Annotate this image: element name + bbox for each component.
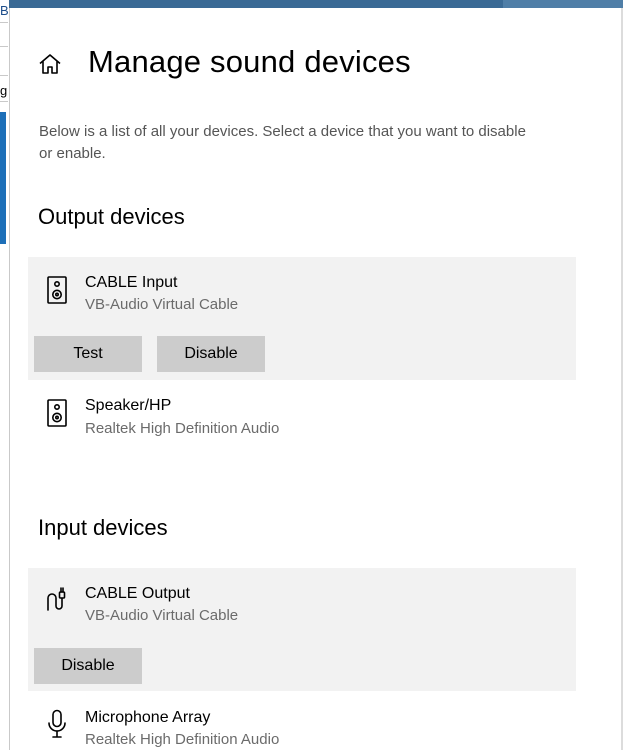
device-name: Speaker/HP: [85, 397, 172, 414]
microphone-icon: [45, 709, 69, 739]
background-window-divider: [0, 22, 8, 23]
device-driver: VB-Audio Virtual Cable: [85, 296, 239, 313]
device-driver: Realtek High Definition Audio: [85, 731, 280, 748]
background-window[interactable]: B g: [0, 0, 10, 750]
page-description: Below is a list of all your devices. Sel…: [39, 123, 526, 162]
input-device-microphone-array[interactable]: Microphone Array Realtek High Definition…: [28, 691, 576, 750]
background-window-text: B: [0, 3, 9, 18]
output-device-speaker-hp[interactable]: Speaker/HP Realtek High Definition Audio: [28, 380, 576, 448]
background-window-divider: [0, 75, 8, 76]
page-title: Manage sound devices: [88, 44, 411, 79]
output-devices-heading: Output devices: [38, 204, 185, 229]
speaker-icon: [45, 398, 69, 428]
settings-window: B g Manage sound devices Below is a list…: [0, 0, 623, 750]
device-driver: Realtek High Definition Audio: [85, 420, 280, 437]
background-window-divider: [0, 46, 8, 47]
device-name: Microphone Array: [85, 709, 211, 726]
title-bar[interactable]: [9, 0, 623, 8]
background-window-selection: [0, 112, 6, 244]
test-button[interactable]: Test: [34, 336, 142, 372]
device-name: CABLE Input: [85, 274, 178, 291]
title-bar-highlight: [503, 0, 623, 8]
disable-button[interactable]: Disable: [157, 336, 265, 372]
input-devices-heading: Input devices: [38, 515, 168, 540]
output-device-cable-input[interactable]: CABLE Input VB-Audio Virtual Cable Test …: [28, 257, 576, 380]
speaker-icon: [45, 275, 69, 305]
audio-cable-icon: [45, 586, 69, 616]
input-device-cable-output[interactable]: CABLE Output VB-Audio Virtual Cable Disa…: [28, 568, 576, 691]
disable-button[interactable]: Disable: [34, 648, 142, 684]
device-name: CABLE Output: [85, 585, 190, 602]
background-window-text: g: [0, 83, 8, 98]
background-window-divider: [0, 101, 8, 102]
home-icon[interactable]: [38, 52, 62, 76]
device-driver: VB-Audio Virtual Cable: [85, 607, 239, 624]
